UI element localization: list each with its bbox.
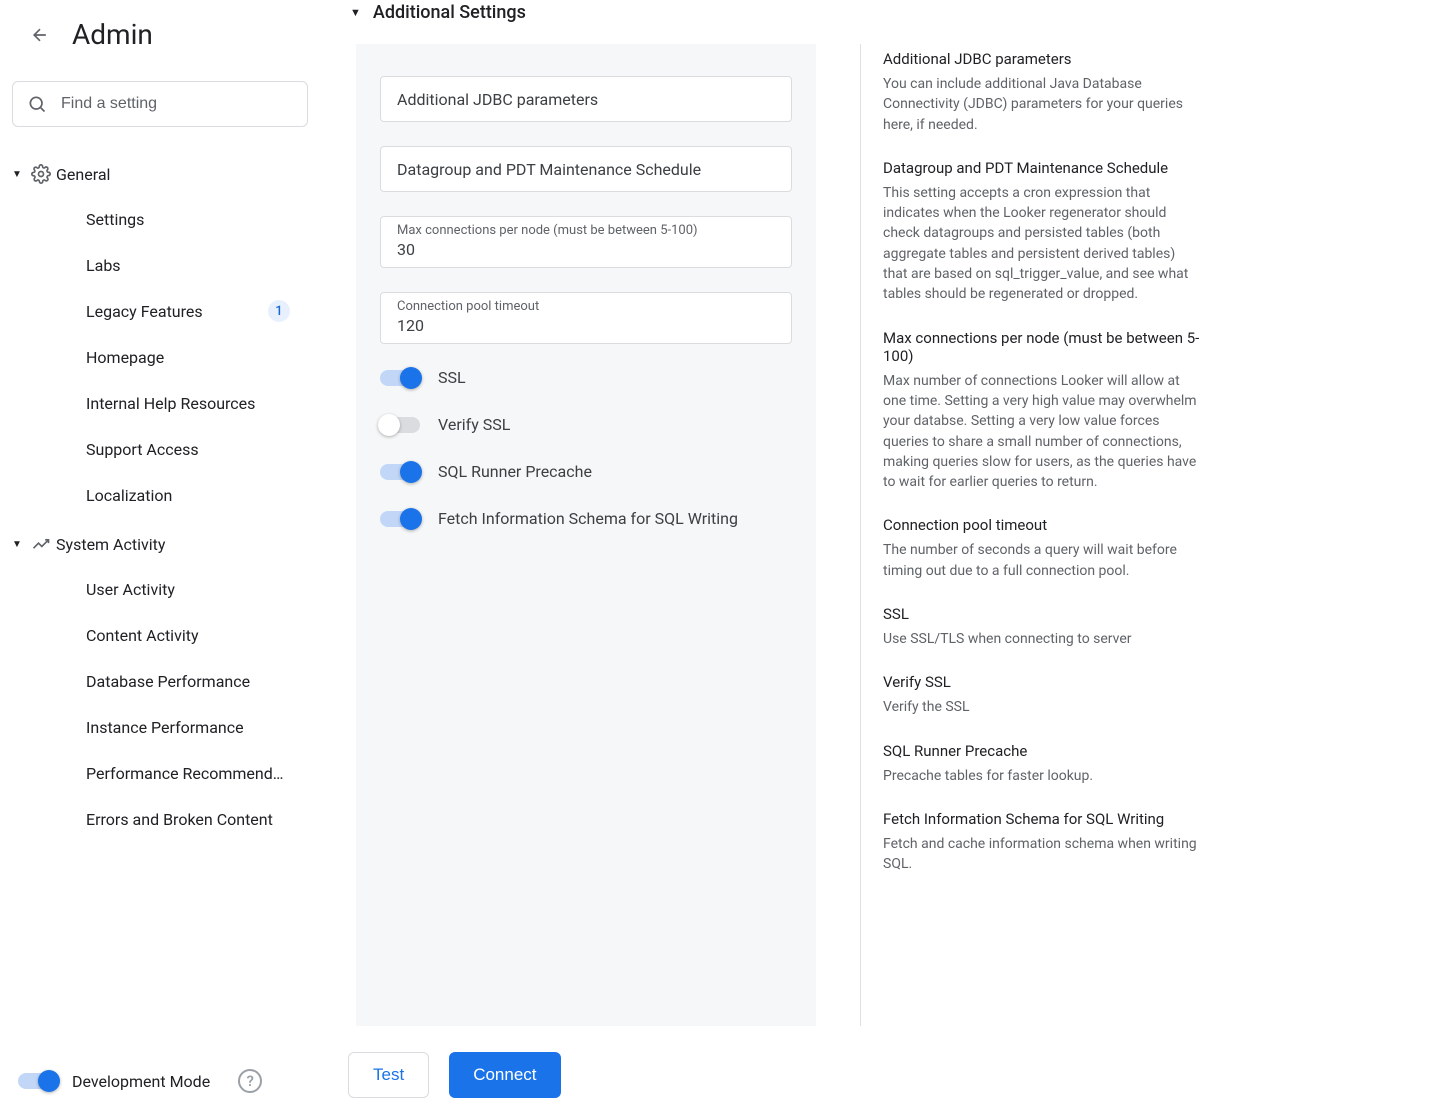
caret-down-icon: ▼ <box>8 539 26 550</box>
help-title: Additional JDBC parameters <box>883 50 1200 68</box>
field-label: Max connections per node (must be betwee… <box>397 223 775 238</box>
help-block: Fetch Information Schema for SQL Writing… <box>883 810 1200 875</box>
toggle-label: Verify SSL <box>438 415 510 434</box>
help-pane: Additional JDBC parameters You can inclu… <box>860 44 1200 1026</box>
help-icon[interactable]: ? <box>238 1069 262 1093</box>
toggle-row-verify-ssl: Verify SSL <box>380 415 792 434</box>
nav-item-localization[interactable]: Localization <box>8 472 310 518</box>
nav-item-user-activity[interactable]: User Activity <box>8 566 310 612</box>
nav-item-db-performance[interactable]: Database Performance <box>8 658 310 704</box>
nav-item-instance-performance[interactable]: Instance Performance <box>8 704 310 750</box>
caret-down-icon: ▼ <box>350 6 361 19</box>
field-placeholder: Additional JDBC parameters <box>397 90 598 109</box>
fetch-schema-toggle[interactable] <box>380 511 420 527</box>
section-title: Additional Settings <box>373 2 526 23</box>
help-title: Max connections per node (must be betwee… <box>883 329 1200 365</box>
dev-mode-toggle[interactable] <box>18 1073 58 1089</box>
test-button[interactable]: Test <box>348 1052 429 1098</box>
nav-group-title: System Activity <box>56 535 165 554</box>
nav-item-legacy-features[interactable]: Legacy Features1 <box>8 288 310 334</box>
footer-actions: Test Connect <box>348 1052 561 1098</box>
search-box[interactable] <box>12 81 308 127</box>
help-title: SSL <box>883 605 1200 623</box>
back-button[interactable] <box>28 23 52 47</box>
sql-precache-toggle[interactable] <box>380 464 420 480</box>
toggle-label: SQL Runner Precache <box>438 462 592 481</box>
activity-icon <box>26 534 56 554</box>
nav-item-content-activity[interactable]: Content Activity <box>8 612 310 658</box>
search-icon <box>27 94 47 114</box>
help-body: Verify the SSL <box>883 697 1200 717</box>
nav-item-labs[interactable]: Labs <box>8 242 310 288</box>
field-label: Connection pool timeout <box>397 299 775 314</box>
help-body: Use SSL/TLS when connecting to server <box>883 629 1200 649</box>
nav-group-system-activity: ▼ System Activity User Activity Content … <box>0 520 320 844</box>
help-block: Max connections per node (must be betwee… <box>883 329 1200 493</box>
help-body: Precache tables for faster lookup. <box>883 766 1200 786</box>
help-block: Datagroup and PDT Maintenance Schedule T… <box>883 159 1200 305</box>
field-max-connections[interactable]: Max connections per node (must be betwee… <box>380 216 792 268</box>
verify-ssl-toggle[interactable] <box>380 417 420 433</box>
help-body: Fetch and cache information schema when … <box>883 834 1200 875</box>
field-value: 120 <box>397 316 775 335</box>
nav-scroll[interactable]: ▼ General Settings Labs Legacy Features1… <box>0 150 320 1046</box>
field-placeholder: Datagroup and PDT Maintenance Schedule <box>397 160 701 179</box>
help-title: Fetch Information Schema for SQL Writing <box>883 810 1200 828</box>
help-block: SQL Runner Precache Precache tables for … <box>883 742 1200 786</box>
sidebar-header: Admin <box>0 0 320 73</box>
nav-group-header-general[interactable]: ▼ General <box>8 152 310 196</box>
nav-item-settings[interactable]: Settings <box>8 196 310 242</box>
toggle-label: Fetch Information Schema for SQL Writing <box>438 509 738 528</box>
help-block: Verify SSL Verify the SSL <box>883 673 1200 717</box>
form-pane: Additional JDBC parameters Datagroup and… <box>356 44 816 1026</box>
sidebar: Admin ▼ General Settings Labs Legacy Fea… <box>0 0 320 1116</box>
help-title: SQL Runner Precache <box>883 742 1200 760</box>
help-body: The number of seconds a query will wait … <box>883 540 1200 581</box>
field-pool-timeout[interactable]: Connection pool timeout 120 <box>380 292 792 344</box>
page-title: Admin <box>72 18 153 51</box>
ssl-toggle[interactable] <box>380 370 420 386</box>
field-value: 30 <box>397 240 775 259</box>
nav-group-header-system[interactable]: ▼ System Activity <box>8 522 310 566</box>
nav-item-errors[interactable]: Errors and Broken Content <box>8 796 310 842</box>
field-jdbc-params[interactable]: Additional JDBC parameters <box>380 76 792 122</box>
search-input[interactable] <box>61 95 293 113</box>
nav-group-general: ▼ General Settings Labs Legacy Features1… <box>0 150 320 520</box>
sidebar-footer: Development Mode ? <box>0 1046 320 1116</box>
help-body: You can include additional Java Database… <box>883 74 1200 135</box>
nav-badge: 1 <box>268 300 290 322</box>
toggle-row-fetch-schema: Fetch Information Schema for SQL Writing <box>380 509 792 528</box>
gear-icon <box>26 164 56 184</box>
help-body: Max number of connections Looker will al… <box>883 371 1200 493</box>
toggle-row-sql-precache: SQL Runner Precache <box>380 462 792 481</box>
field-datagroup-schedule[interactable]: Datagroup and PDT Maintenance Schedule <box>380 146 792 192</box>
help-body: This setting accepts a cron expression t… <box>883 183 1200 305</box>
help-block: Additional JDBC parameters You can inclu… <box>883 50 1200 135</box>
nav-item-perf-recommend[interactable]: Performance Recommend… <box>8 750 310 796</box>
arrow-left-icon <box>30 25 50 45</box>
section-header[interactable]: ▼ Additional Settings <box>320 0 1443 39</box>
nav-item-internal-help[interactable]: Internal Help Resources <box>8 380 310 426</box>
help-block: SSL Use SSL/TLS when connecting to serve… <box>883 605 1200 649</box>
toggle-label: SSL <box>438 368 466 387</box>
help-block: Connection pool timeout The number of se… <box>883 516 1200 581</box>
help-title: Connection pool timeout <box>883 516 1200 534</box>
help-title: Verify SSL <box>883 673 1200 691</box>
nav-item-homepage[interactable]: Homepage <box>8 334 310 380</box>
connect-button[interactable]: Connect <box>449 1052 560 1098</box>
nav-item-support-access[interactable]: Support Access <box>8 426 310 472</box>
caret-down-icon: ▼ <box>8 169 26 180</box>
help-title: Datagroup and PDT Maintenance Schedule <box>883 159 1200 177</box>
main: ▼ Additional Settings Additional JDBC pa… <box>320 0 1443 1116</box>
dev-mode-label: Development Mode <box>72 1072 210 1091</box>
toggle-row-ssl: SSL <box>380 368 792 387</box>
nav-group-title: General <box>56 165 110 184</box>
